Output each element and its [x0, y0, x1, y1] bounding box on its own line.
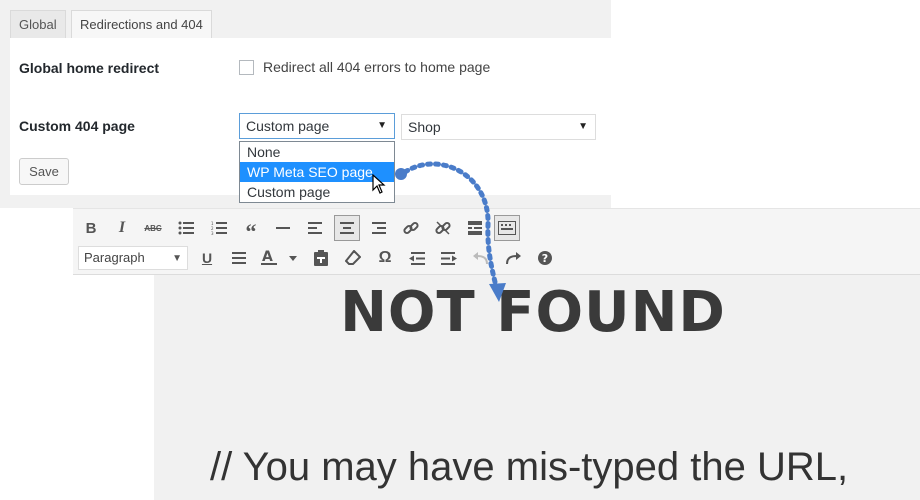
- redirect-404-checkbox-label[interactable]: Redirect all 404 errors to home page: [263, 59, 490, 75]
- toolbar-toggle-icon[interactable]: [494, 215, 520, 241]
- help-icon[interactable]: ?: [532, 245, 558, 271]
- dropdown-option-none[interactable]: None: [240, 142, 394, 162]
- blockquote-icon[interactable]: “: [238, 215, 264, 243]
- chevron-down-icon: ▼: [172, 253, 182, 264]
- svg-text:3: 3: [211, 231, 214, 235]
- chevron-down-icon: ▼: [377, 120, 387, 131]
- chevron-down-icon: ▼: [578, 121, 588, 132]
- align-center-icon[interactable]: [334, 215, 360, 241]
- unlink-icon[interactable]: [430, 215, 456, 241]
- format-select-value: Paragraph: [84, 250, 145, 265]
- not-found-body-text: // You may have mis-typed the URL,: [210, 445, 849, 489]
- editor: B I ABC 123 “ Paragraph ▼ U A Ω ? NOT FO…: [73, 208, 920, 500]
- align-right-icon[interactable]: [366, 215, 392, 241]
- dropdown-option-wp-meta-seo-page[interactable]: WP Meta SEO page: [240, 162, 394, 182]
- paste-text-icon[interactable]: [308, 245, 334, 271]
- redo-icon[interactable]: [500, 245, 526, 271]
- justify-icon[interactable]: [226, 245, 252, 271]
- align-left-icon[interactable]: [302, 215, 328, 241]
- dropdown-option-custom-page[interactable]: Custom page: [240, 182, 394, 202]
- global-home-redirect-label: Global home redirect: [19, 60, 160, 76]
- special-character-icon[interactable]: Ω: [372, 245, 398, 271]
- clear-formatting-icon[interactable]: [340, 245, 366, 271]
- italic-icon[interactable]: I: [109, 215, 135, 241]
- save-button[interactable]: Save: [19, 158, 69, 185]
- numbered-list-icon[interactable]: 123: [206, 215, 232, 241]
- mouse-pointer-icon: [372, 174, 386, 194]
- editor-content[interactable]: NOT FOUND // You may have mis-typed the …: [154, 275, 920, 500]
- redirect-404-checkbox[interactable]: [239, 60, 254, 75]
- page-select[interactable]: Shop ▼: [401, 114, 596, 140]
- horizontal-line-icon[interactable]: [270, 215, 296, 241]
- link-icon[interactable]: [398, 215, 424, 241]
- indent-icon[interactable]: [436, 245, 462, 271]
- svg-text:A: A: [262, 249, 273, 265]
- read-more-icon[interactable]: [462, 215, 488, 241]
- page-select-value: Shop: [408, 119, 441, 135]
- svg-text:?: ?: [542, 252, 548, 265]
- editor-toolbar: B I ABC 123 “ Paragraph ▼ U A Ω ?: [73, 208, 920, 275]
- custom-404-select-value: Custom page: [246, 118, 330, 134]
- strikethrough-icon[interactable]: ABC: [140, 215, 166, 241]
- tab-global[interactable]: Global: [10, 10, 66, 38]
- bullet-list-icon[interactable]: [173, 215, 199, 241]
- bold-icon[interactable]: B: [78, 215, 104, 241]
- not-found-heading: NOT FOUND: [340, 280, 726, 345]
- format-select[interactable]: Paragraph ▼: [78, 246, 188, 270]
- custom-404-page-label: Custom 404 page: [19, 118, 135, 134]
- tab-redirections-404[interactable]: Redirections and 404: [71, 10, 212, 39]
- outdent-icon[interactable]: [404, 245, 430, 271]
- underline-icon[interactable]: U: [194, 245, 220, 271]
- text-color-icon[interactable]: A: [259, 245, 299, 271]
- undo-icon[interactable]: [468, 245, 494, 271]
- custom-404-select[interactable]: Custom page ▼: [239, 113, 395, 139]
